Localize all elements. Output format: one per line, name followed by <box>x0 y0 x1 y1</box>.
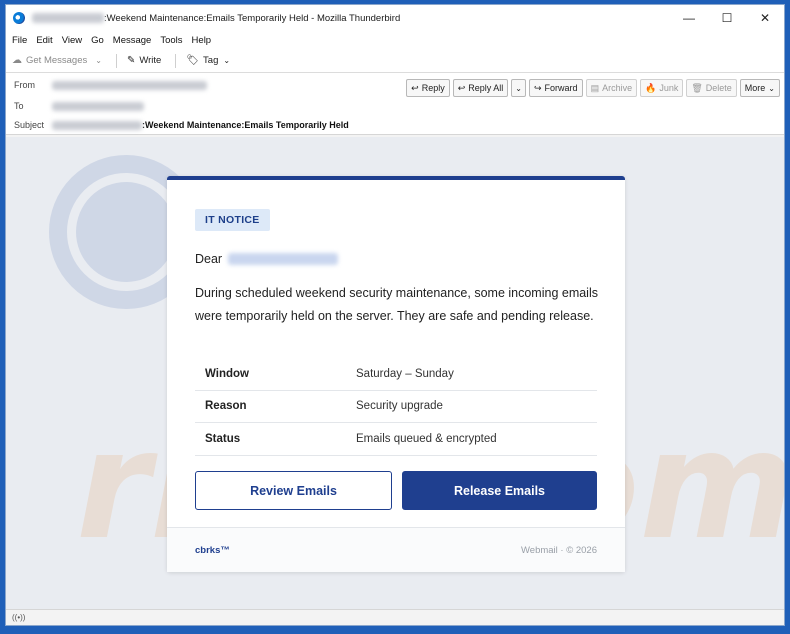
tag-icon: 🏷 <box>186 55 200 66</box>
menu-go[interactable]: Go <box>91 35 104 46</box>
write-label: Write <box>139 55 162 66</box>
reply-label: Reply <box>421 83 445 93</box>
main-toolbar: ☁ Get Messages ⌄ ✎ Write 🏷 Tag ⌄ <box>6 49 784 73</box>
menu-tools[interactable]: Tools <box>160 35 182 46</box>
row-key: Reason <box>205 400 247 413</box>
subject-row: Subject :Weekend Maintenance:Emails Temp… <box>14 120 349 130</box>
chevron-down-icon: ⌄ <box>223 56 231 65</box>
table-row: Status Emails queued & encrypted <box>195 423 597 456</box>
junk-label: Junk <box>659 83 679 93</box>
row-key: Status <box>205 432 241 445</box>
chevron-down-icon: ⌄ <box>768 83 775 93</box>
archive-button[interactable]: ▤ Archive <box>585 79 638 97</box>
archive-label: Archive <box>602 83 633 93</box>
row-value: Emails queued & encrypted <box>356 432 497 445</box>
tag-label: Tag <box>203 55 219 66</box>
thunderbird-logo-icon <box>13 12 25 24</box>
toolbar-divider <box>115 53 117 68</box>
to-value-redacted[interactable] <box>52 101 144 111</box>
get-messages-label: Get Messages <box>26 55 88 66</box>
cloud-download-icon: ☁ <box>12 55 22 66</box>
it-notice-badge: IT NOTICE <box>195 209 270 231</box>
reply-icon: ↩ <box>411 82 419 93</box>
thunderbird-window: :Weekend Maintenance:Emails Temporarily … <box>5 4 785 626</box>
greeting-text: Dear <box>195 252 223 266</box>
toolbar-divider <box>175 53 177 68</box>
reply-all-button[interactable]: ↩ Reply All <box>452 79 509 97</box>
menu-message[interactable]: Message <box>113 35 152 46</box>
to-row: To <box>14 101 144 111</box>
maximize-button[interactable]: ☐ <box>708 5 746 31</box>
message-paragraph: During scheduled weekend security mainte… <box>195 286 598 323</box>
archive-icon: ▤ <box>590 82 600 93</box>
row-value: Security upgrade <box>356 400 443 413</box>
message-actions: ↩ Reply ↩ Reply All ⌄ ↪ Forward ▤ Archive 🔥 J… <box>403 79 780 97</box>
forward-label: Forward <box>544 83 578 93</box>
to-label: To <box>14 101 24 111</box>
maintenance-details-table: Window Saturday – Sunday Reason Security… <box>195 358 597 456</box>
reply-all-icon: ↩ <box>457 82 466 93</box>
subject-prefix-redacted <box>52 120 142 130</box>
from-value-redacted[interactable] <box>52 80 207 90</box>
write-button[interactable]: ✎ Write <box>127 55 161 66</box>
reply-button[interactable]: ↩ Reply <box>406 79 450 97</box>
footer-brand: cbrks™ <box>195 544 230 556</box>
delete-button[interactable]: 🗑 Delete <box>686 79 737 97</box>
from-row: From <box>14 80 207 90</box>
trash-icon: 🗑 <box>691 82 703 93</box>
menu-edit[interactable]: Edit <box>36 35 52 46</box>
row-key: Window <box>205 367 249 380</box>
window-title: :Weekend Maintenance:Emails Temporarily … <box>104 12 401 24</box>
from-label: From <box>14 80 35 90</box>
menu-file[interactable]: File <box>12 35 27 46</box>
recipient-redacted <box>228 253 339 265</box>
forward-button[interactable]: ↪ Forward <box>529 79 583 97</box>
chevron-down-icon[interactable]: ⌄ <box>95 56 102 65</box>
reply-options-dropdown[interactable]: ⌄ <box>511 79 526 97</box>
table-row: Window Saturday – Sunday <box>195 358 597 391</box>
greeting: Dear <box>195 252 339 266</box>
junk-icon: 🔥 <box>645 82 657 93</box>
junk-button[interactable]: 🔥 Junk <box>640 79 684 97</box>
more-button[interactable]: More ⌄ <box>739 79 780 97</box>
footer-copyright: Webmail · © 2026 <box>521 544 597 556</box>
sender-redacted <box>32 13 104 23</box>
menu-bar: File Edit View Go Message Tools Help <box>6 31 784 49</box>
tag-button[interactable]: 🏷 Tag ⌄ <box>186 55 230 66</box>
message-body-pane: PC risk.com IT NOTICE Dear During schedu… <box>6 137 784 611</box>
row-value: Saturday – Sunday <box>356 367 454 380</box>
menu-view[interactable]: View <box>62 35 82 46</box>
message-header: From To Subject :Weekend Maintenance:Ema… <box>6 73 784 135</box>
table-row: Reason Security upgrade <box>195 391 597 423</box>
review-emails-button[interactable]: Review Emails <box>195 471 392 510</box>
release-emails-button[interactable]: Release Emails <box>402 471 597 510</box>
delete-label: Delete <box>705 83 732 93</box>
wifi-activity-icon[interactable]: ((•)) <box>12 613 25 622</box>
email-card: IT NOTICE Dear During scheduled weekend … <box>167 176 625 572</box>
chevron-down-icon: ⌄ <box>515 83 522 93</box>
subject-label: Subject <box>14 120 45 130</box>
menu-help[interactable]: Help <box>192 35 212 46</box>
reply-all-label: Reply All <box>468 83 504 93</box>
get-messages-button[interactable]: ☁ Get Messages ⌄ <box>12 55 102 66</box>
minimize-button[interactable]: — <box>670 5 708 31</box>
forward-icon: ↪ <box>534 82 542 93</box>
subject-text: :Weekend Maintenance:Emails Temporarily … <box>142 120 349 130</box>
close-button[interactable]: ✕ <box>746 5 784 31</box>
card-footer: cbrks™ Webmail · © 2026 <box>167 527 625 572</box>
more-label: More <box>744 83 766 93</box>
pencil-icon: ✎ <box>126 55 136 66</box>
title-bar: :Weekend Maintenance:Emails Temporarily … <box>6 5 784 31</box>
status-bar: ((•)) <box>6 609 784 625</box>
